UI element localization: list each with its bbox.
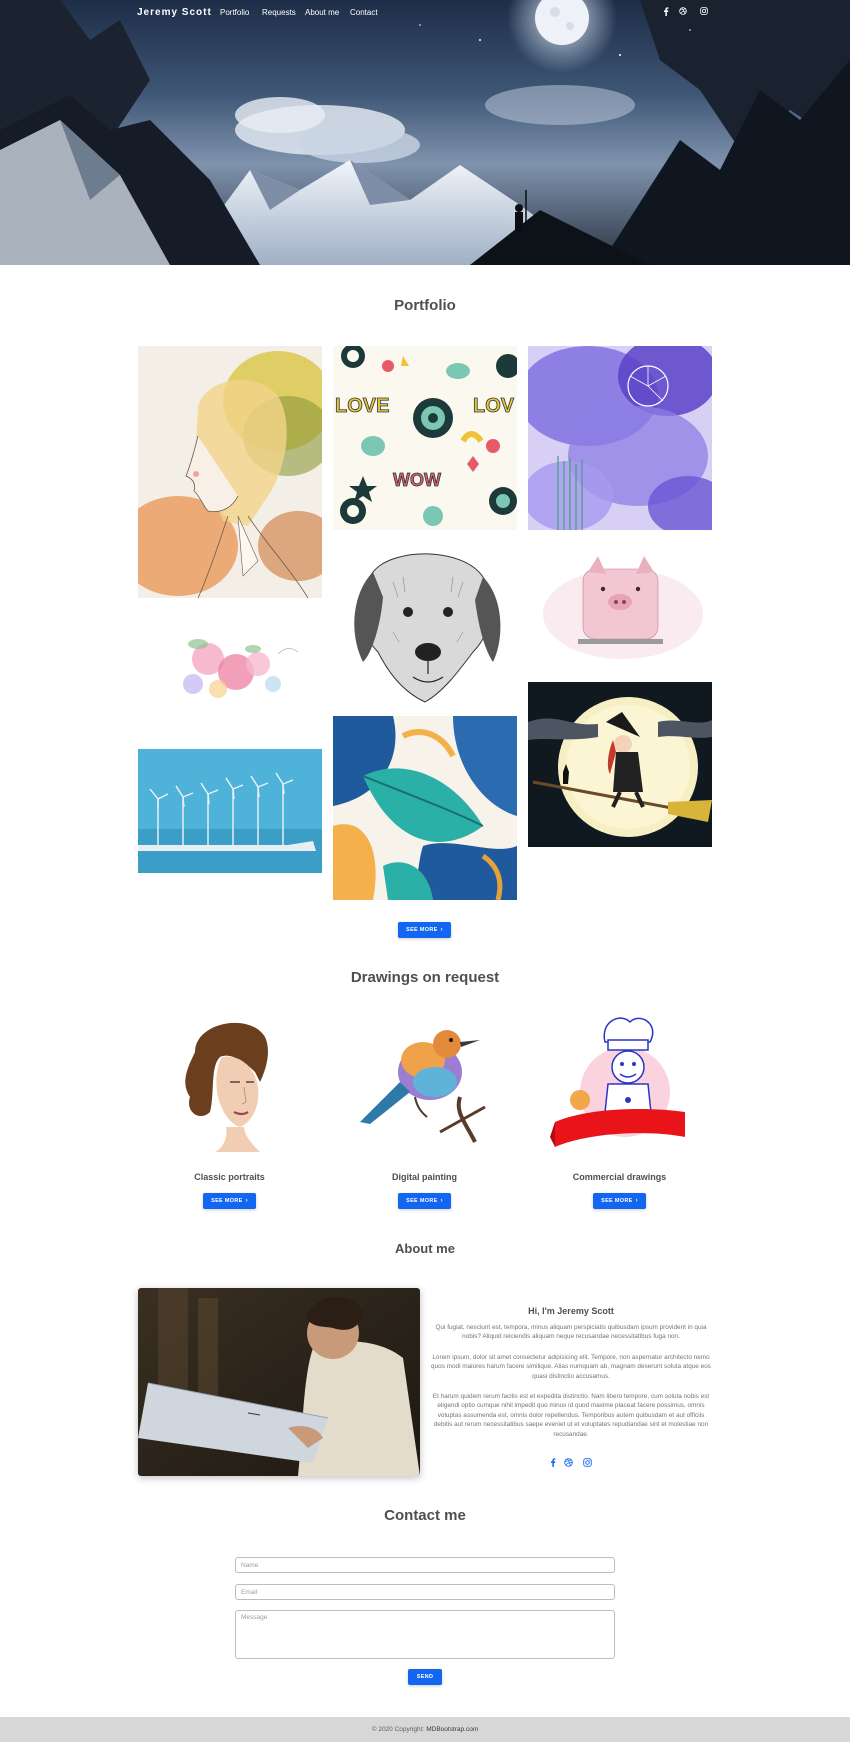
instagram-icon[interactable] (700, 7, 710, 17)
request-image-commercial-drawing[interactable] (550, 1012, 690, 1152)
hero-mountain-illustration (0, 0, 850, 265)
portfolio-image-love-pattern[interactable]: LOVE LOV WOW (333, 346, 517, 530)
digital-painting-see-more-label: See more (406, 1198, 438, 1204)
nav-link-about-me[interactable]: About me (305, 8, 339, 17)
about-paragraph-3: Et harum quidem rerum facilis est et exp… (432, 1393, 710, 1438)
navbar: Jeremy Scott Portfolio Requests About me… (0, 0, 850, 26)
portfolio-image-purple-abstract[interactable] (528, 346, 712, 530)
chevron-right-icon: › (245, 1198, 248, 1204)
footer-link-mdbootstrap[interactable]: MDBootstrap.com (426, 1726, 478, 1733)
message-textarea[interactable] (235, 1610, 615, 1659)
nav-link-contact[interactable]: Contact (350, 8, 378, 17)
about-paragraph-1: Qui fugiat, nesciunt est, tempora, minus… (435, 1324, 707, 1341)
about-paragraph-2: Lorem ipsum, dolor sit amet consectetur … (431, 1354, 711, 1380)
about-photo-artist (138, 1288, 420, 1476)
portfolio-see-more-label: See more (406, 927, 438, 933)
portfolio-image-watercolor-woman[interactable] (138, 346, 322, 598)
facebook-icon[interactable] (663, 7, 673, 17)
request-title-classic-portraits: Classic portraits (194, 1172, 265, 1182)
facebook-icon[interactable] (548, 1458, 557, 1467)
portfolio-title: Portfolio (394, 297, 456, 314)
chevron-right-icon: › (440, 1198, 443, 1204)
contact-title: Contact me (384, 1507, 466, 1524)
about-title: About me (395, 1241, 455, 1256)
svg-text:LOVE: LOVE (335, 395, 389, 417)
portfolio-image-pink-pig[interactable] (528, 544, 712, 674)
footer-copyright: © 2020 Copyright: (371, 1726, 425, 1733)
classic-portraits-see-more-label: See more (211, 1198, 243, 1204)
chevron-right-icon: › (440, 927, 443, 933)
portfolio-image-tropical-leaves[interactable] (333, 716, 517, 900)
classic-portraits-see-more-button[interactable]: See more › (203, 1193, 256, 1209)
request-title-digital-painting: Digital painting (392, 1172, 457, 1182)
send-button[interactable]: Send (408, 1669, 442, 1685)
portfolio-image-watercolor-flowers[interactable] (138, 614, 322, 734)
commercial-drawings-see-more-button[interactable]: See more › (593, 1193, 646, 1209)
requests-title: Drawings on request (350, 969, 500, 986)
email-input[interactable] (235, 1584, 615, 1600)
svg-text:LOV: LOV (473, 395, 515, 417)
nav-link-portfolio[interactable]: Portfolio (220, 8, 249, 17)
chevron-right-icon: › (635, 1198, 638, 1204)
commercial-drawings-see-more-label: See more (601, 1198, 633, 1204)
dribbble-icon[interactable] (564, 1458, 573, 1467)
portfolio-see-more-button[interactable]: See more › (398, 922, 451, 938)
instagram-icon[interactable] (583, 1458, 592, 1467)
digital-painting-see-more-button[interactable]: See more › (398, 1193, 451, 1209)
portfolio-image-wind-turbines[interactable] (138, 749, 322, 873)
portfolio-image-witch-on-broom[interactable] (528, 682, 712, 847)
about-heading: Hi, I'm Jeremy Scott (528, 1306, 614, 1316)
send-button-label: Send (416, 1674, 434, 1680)
request-image-digital-painting[interactable] (355, 1012, 495, 1152)
nav-link-requests[interactable]: Requests (262, 8, 296, 17)
brand-logo[interactable]: Jeremy Scott (137, 7, 212, 18)
portfolio-image-dog-sketch[interactable] (333, 542, 517, 706)
request-title-commercial-drawings: Commercial drawings (572, 1172, 667, 1182)
dribbble-icon[interactable] (679, 7, 689, 17)
svg-text:WOW: WOW (393, 470, 441, 490)
footer: © 2020 Copyright: MDBootstrap.com (0, 1717, 850, 1742)
name-input[interactable] (235, 1557, 615, 1573)
hero-banner: Jeremy Scott Portfolio Requests About me… (0, 0, 850, 265)
request-image-classic-portrait[interactable] (160, 1012, 300, 1152)
